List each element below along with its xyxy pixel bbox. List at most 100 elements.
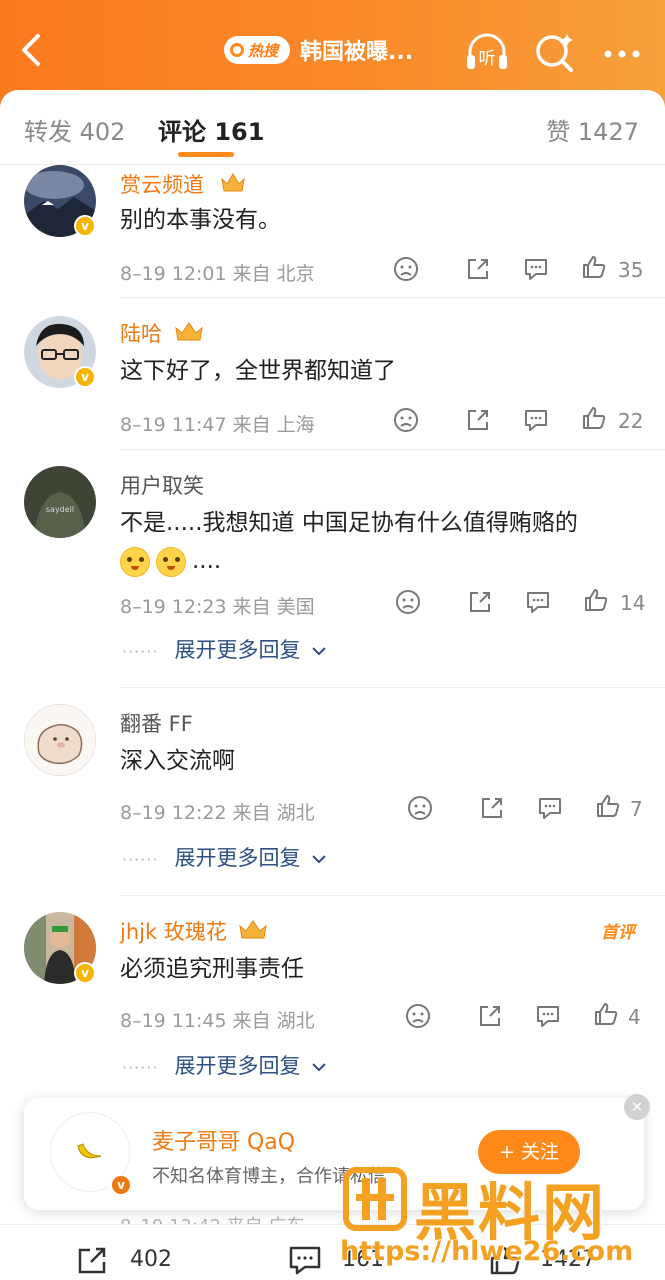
comment-text: 别的本事没有。 xyxy=(120,207,281,233)
blush-emoji-icon xyxy=(120,546,150,577)
chevron-down-icon xyxy=(312,1063,326,1072)
comment-meta: 8–19 11:45 来自 湖北 xyxy=(120,1010,315,1032)
expand-replies-link[interactable]: ······ 展开更多回复 xyxy=(122,842,327,872)
repost-icon[interactable] xyxy=(76,1245,110,1275)
like-count: 7 xyxy=(630,797,643,821)
comment-item: 翻番 FF 深入交流啊 8–19 12:22 来自 湖北 7 ······ 展开更… xyxy=(0,704,665,896)
comment-text: 必须追究刑事责任 xyxy=(120,956,304,982)
recommended-user-card[interactable]: v 麦子哥哥 QaQ 不知名体育博主，合作请私信 + 关注 ✕ xyxy=(24,1094,650,1210)
hot-search-icon xyxy=(230,43,244,57)
comment-icon[interactable] xyxy=(288,1245,322,1275)
comment-text: 这下好了，全世界都知道了 xyxy=(120,358,396,384)
comment-meta: 8–19 11:47 来自 上海 xyxy=(120,414,315,436)
back-arrow-icon[interactable] xyxy=(14,28,54,72)
comment-text-line2: .... xyxy=(120,542,640,580)
verified-badge-icon: v xyxy=(74,962,96,984)
comment-text: 深入交流啊 xyxy=(120,748,235,774)
comment-count[interactable]: 161 xyxy=(342,1247,384,1272)
tab-bar: 转发 402 评论 161 赞 1427 xyxy=(0,90,665,165)
crown-icon xyxy=(175,322,203,341)
tab-repost[interactable]: 转发 402 xyxy=(24,112,125,147)
repost-count[interactable]: 402 xyxy=(130,1247,172,1272)
verified-badge-icon: v xyxy=(74,366,96,388)
close-icon[interactable]: ✕ xyxy=(624,1094,650,1120)
comment-item: v jhjk 玫瑰花 首评 必须追究刑事责任 8–19 11:45 来自 湖北 … xyxy=(0,912,665,1102)
chevron-down-icon xyxy=(312,855,326,864)
comment-text: 不是.....我想知道 中国足协有什么值得贿赂的 xyxy=(120,510,578,536)
crown-icon xyxy=(221,173,245,192)
expand-replies-label: 展开更多回复 xyxy=(174,1054,301,1078)
blush-emoji-icon xyxy=(156,546,186,577)
share-icon[interactable] xyxy=(464,255,492,283)
expand-replies-label: 展开更多回复 xyxy=(174,638,301,662)
svg-text:听: 听 xyxy=(479,49,496,69)
share-icon[interactable] xyxy=(466,588,494,616)
like-count: 4 xyxy=(628,1005,641,1029)
expand-replies-label: 展开更多回复 xyxy=(174,846,301,870)
dislike-face-icon[interactable] xyxy=(406,794,434,822)
expand-replies-link[interactable]: ······ 展开更多回复 xyxy=(122,634,327,664)
comment-meta: 8–19 12:22 来自 湖北 xyxy=(120,802,315,824)
like-thumb-icon[interactable] xyxy=(594,792,622,820)
chevron-down-icon xyxy=(312,647,326,656)
dislike-face-icon[interactable] xyxy=(392,255,420,283)
tab-like[interactable]: 赞 1427 xyxy=(546,112,639,147)
like-count: 14 xyxy=(620,591,646,615)
svg-text:saydell: saydell xyxy=(46,505,74,514)
like-thumb-icon[interactable] xyxy=(580,404,608,432)
like-thumb-icon[interactable] xyxy=(582,586,610,614)
comment-meta: 8–19 12:23 来自 美国 xyxy=(120,596,315,618)
reply-icon[interactable] xyxy=(534,1002,562,1030)
username[interactable]: jhjk 玫瑰花 xyxy=(120,916,227,946)
divider xyxy=(120,297,665,298)
more-options-icon[interactable] xyxy=(598,30,648,78)
comment-item: v 陆哈 这下好了，全世界都知道了 8–19 11:47 来自 上海 22 xyxy=(0,316,665,450)
like-count-total[interactable]: 1427 xyxy=(540,1247,596,1272)
avatar[interactable] xyxy=(24,704,96,776)
avatar[interactable]: saydell xyxy=(24,466,96,538)
hot-search-label: 热搜 xyxy=(248,41,279,60)
follow-button[interactable]: + 关注 xyxy=(478,1130,580,1174)
username[interactable]: 翻番 FF xyxy=(120,708,193,738)
crown-icon xyxy=(239,920,267,939)
hot-search-tag[interactable]: 热搜 xyxy=(224,36,290,64)
verified-badge-icon: v xyxy=(110,1174,132,1196)
share-icon[interactable] xyxy=(478,794,506,822)
comment-text-tail: .... xyxy=(192,548,222,574)
like-count: 22 xyxy=(618,409,644,433)
active-tab-indicator xyxy=(178,152,234,157)
share-icon[interactable] xyxy=(476,1002,504,1030)
like-count: 35 xyxy=(618,258,644,282)
avatar-image xyxy=(25,705,95,775)
dislike-face-icon[interactable] xyxy=(404,1002,432,1030)
listen-icon[interactable]: 听 xyxy=(462,28,512,76)
like-icon[interactable] xyxy=(488,1245,522,1275)
expand-replies-link[interactable]: ······ 展开更多回复 xyxy=(122,1050,327,1080)
reply-icon[interactable] xyxy=(522,406,550,434)
reply-icon[interactable] xyxy=(522,255,550,283)
popup-description: 不知名体育博主，合作请私信 xyxy=(152,1166,386,1187)
share-icon[interactable] xyxy=(464,406,492,434)
verified-badge-icon: v xyxy=(74,215,96,237)
page-title[interactable]: 韩国被曝... xyxy=(300,34,413,66)
username[interactable]: 用户取笑 xyxy=(120,470,204,500)
avatar-image: saydell xyxy=(24,466,96,538)
popup-username[interactable]: 麦子哥哥 QaQ xyxy=(152,1124,295,1156)
comment-item: saydell 用户取笑 不是.....我想知道 中国足协有什么值得贿赂的 ..… xyxy=(0,466,665,688)
tab-comment[interactable]: 评论 161 xyxy=(158,112,264,147)
username[interactable]: 陆哈 xyxy=(120,318,162,348)
dots-icon: ······ xyxy=(122,850,159,869)
divider xyxy=(120,687,665,688)
divider xyxy=(120,449,665,450)
like-thumb-icon[interactable] xyxy=(580,253,608,281)
dislike-face-icon[interactable] xyxy=(394,588,422,616)
like-thumb-icon[interactable] xyxy=(592,1000,620,1028)
reply-icon[interactable] xyxy=(536,794,564,822)
dislike-face-icon[interactable] xyxy=(392,406,420,434)
comment-item: v 赏云频道 别的本事没有。 8–19 12:01 来自 北京 35 xyxy=(0,165,665,298)
banana-icon xyxy=(77,1143,102,1159)
username[interactable]: 赏云频道 xyxy=(120,169,204,199)
reply-icon[interactable] xyxy=(524,588,552,616)
search-icon[interactable] xyxy=(530,28,580,76)
first-comment-badge: 首评 xyxy=(601,923,635,943)
